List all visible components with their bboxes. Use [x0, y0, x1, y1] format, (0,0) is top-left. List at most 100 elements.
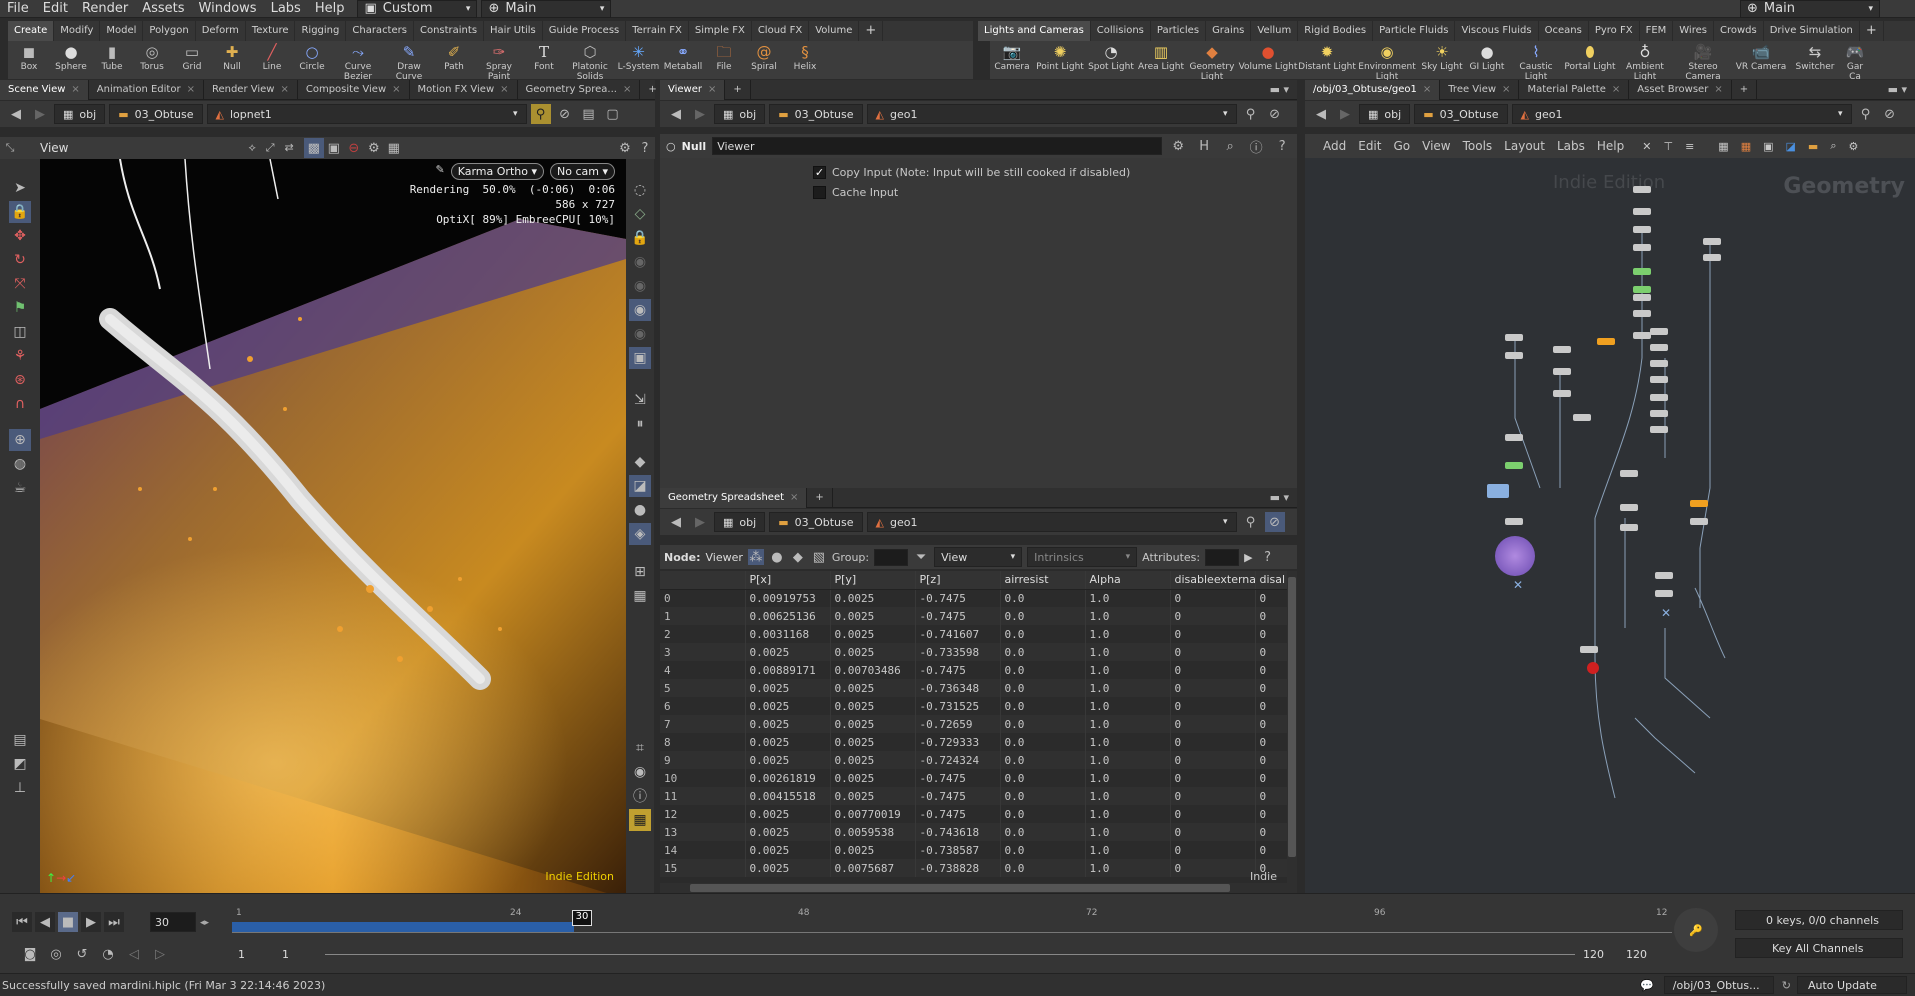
chat-icon[interactable]: 💬	[1640, 979, 1654, 992]
pin-icon[interactable]: ⚲	[530, 104, 551, 124]
timeline-track[interactable]: 1 24 48 72 96 12 30	[232, 908, 1672, 934]
table-row[interactable]: 3 0.0025 0.0025 -0.733598 0.0 1.0 0 0	[660, 643, 1287, 661]
stamp-tool-icon[interactable]: ⊥	[9, 777, 31, 799]
tool-environment-light[interactable]: ◉ Environment Light	[1356, 41, 1418, 84]
breadcrumb-obj[interactable]: ▦ obj	[714, 512, 766, 532]
breadcrumb-obtuse[interactable]: ▬ 03_Obtuse	[769, 104, 863, 124]
houdini-help-icon[interactable]: H	[1194, 136, 1214, 156]
expand-arrow-icon[interactable]: ▶	[1244, 551, 1252, 564]
breadcrumb-obj[interactable]: ▦ obj	[714, 104, 766, 124]
wireframe-icon[interactable]: ◌	[629, 179, 651, 201]
shelf-tab-characters[interactable]: Characters	[346, 21, 414, 41]
tool-sky-light[interactable]: ☀ Sky Light	[1418, 41, 1466, 74]
tool-circle[interactable]: ○ Circle	[292, 41, 332, 74]
network-node[interactable]	[1633, 286, 1651, 293]
sticky-icon[interactable]: ◪	[1786, 140, 1796, 153]
menu-file[interactable]: File	[0, 0, 36, 18]
flip-tool-icon[interactable]: ◩	[9, 753, 31, 775]
info-icon[interactable]: ⓘ	[1246, 136, 1266, 156]
tab-composite-view[interactable]: Composite View ×	[298, 79, 410, 100]
group-field[interactable]	[874, 548, 909, 566]
tool-sphere[interactable]: ● Sphere	[50, 41, 92, 74]
shelf-tab-model[interactable]: Model	[100, 21, 144, 41]
help-icon[interactable]: ?	[1272, 136, 1292, 156]
display-icon[interactable]: ▣	[324, 138, 344, 158]
network-node[interactable]	[1505, 334, 1523, 341]
detail-mode-icon[interactable]: ▧	[811, 549, 827, 565]
shelf-tab-lights-cameras[interactable]: Lights and Cameras	[978, 21, 1091, 41]
shelf-tab-deform[interactable]: Deform	[196, 21, 246, 41]
breadcrumb-obtuse[interactable]: ▬ 03_Obtuse	[769, 512, 863, 532]
gear-icon[interactable]: ⚙	[1848, 140, 1858, 153]
play-icon[interactable]: ▶	[81, 912, 101, 932]
tool-platonic-solids[interactable]: ⬡ Platonic Solids	[564, 41, 616, 84]
shelf-tab-terrain-fx[interactable]: Terrain FX	[626, 21, 689, 41]
handle-tool-icon[interactable]: ◫	[9, 321, 31, 343]
pin-icon[interactable]: ⚲	[1241, 104, 1261, 124]
wrench-icon[interactable]: ✕	[1642, 140, 1651, 153]
tab-network-geo1[interactable]: /obj/03_Obtuse/geo1 ×	[1305, 79, 1441, 100]
move-tool-icon[interactable]: ✥	[9, 225, 31, 247]
shelf-tab-crowds[interactable]: Crowds	[1714, 21, 1764, 41]
keys-indicator[interactable]: 0 keys, 0/0 channels	[1735, 910, 1903, 930]
node-name-field[interactable]: Viewer	[712, 137, 1163, 155]
light-icon[interactable]: ◉	[629, 275, 651, 297]
network-node[interactable]	[1620, 504, 1638, 511]
tool-switcher[interactable]: ⇆ Switcher	[1790, 41, 1840, 74]
shelf-tab-constraints[interactable]: Constraints	[414, 21, 485, 41]
status-path[interactable]: /obj/03_Obtus...	[1663, 976, 1774, 994]
output-node[interactable]	[1587, 662, 1599, 674]
network-node[interactable]	[1655, 572, 1673, 579]
network-node[interactable]	[1650, 376, 1668, 383]
flipbook-icon[interactable]: ◆	[629, 451, 651, 473]
network-menu-edit[interactable]: Edit	[1358, 139, 1381, 153]
column-header[interactable]: disableexternal	[1170, 571, 1256, 590]
back-arrow-icon[interactable]: ◀	[666, 104, 686, 124]
column-header[interactable]: P[z]	[915, 571, 1001, 590]
tool-volume-light[interactable]: ● Volume Light	[1238, 41, 1298, 74]
key-next-icon[interactable]: ▷	[150, 944, 170, 964]
network-node[interactable]	[1633, 208, 1651, 215]
breadcrumb-geo[interactable]: ◭ geo1 ▾	[866, 104, 1237, 124]
end-field[interactable]: 120	[1620, 944, 1660, 964]
forward-arrow-icon[interactable]: ▶	[690, 512, 710, 532]
file-cache-node-icon[interactable]	[1487, 484, 1509, 498]
network-node[interactable]	[1703, 254, 1721, 261]
network-node[interactable]	[1650, 410, 1668, 417]
region-icon[interactable]: ◪	[629, 475, 651, 497]
close-icon[interactable]: ×	[280, 80, 288, 100]
jump-start-icon[interactable]: ⏮	[12, 912, 32, 932]
breadcrumb-obtuse[interactable]: ▬ 03_Obtuse	[1414, 104, 1508, 124]
network-node[interactable]	[1505, 518, 1523, 525]
add-shelf-tab-icon[interactable]: +	[859, 21, 884, 41]
network-node[interactable]	[1620, 524, 1638, 531]
network-node[interactable]	[1633, 186, 1651, 193]
gear-icon[interactable]: ⚙	[615, 138, 635, 158]
help-icon[interactable]: ?	[635, 138, 655, 158]
breadcrumb-obj[interactable]: ▦ obj	[54, 104, 106, 124]
tab-animation-editor[interactable]: Animation Editor ×	[89, 79, 204, 100]
handle-icon[interactable]: ⤡	[0, 141, 20, 155]
lock-icon[interactable]: 🔒	[629, 227, 651, 249]
edit-icon[interactable]: ✎	[436, 163, 445, 180]
param-copy-input[interactable]: ✓ Copy Input (Note: Input will be still …	[813, 166, 1130, 179]
forward-arrow-icon[interactable]: ▶	[30, 104, 50, 124]
layout-icon[interactable]: ▤	[579, 104, 599, 124]
menu-edit[interactable]: Edit	[36, 0, 75, 18]
network-node[interactable]	[1633, 332, 1651, 339]
refresh-icon[interactable]: ↻	[1782, 979, 1791, 992]
tool-null[interactable]: ✚ Null	[212, 41, 252, 74]
tab-tree-view[interactable]: Tree View ×	[1440, 79, 1520, 100]
grid-view-icon[interactable]: ▦	[1718, 140, 1728, 153]
shelf-tab-oceans[interactable]: Oceans	[1539, 21, 1589, 41]
brush-tool-icon[interactable]: ⚘	[9, 345, 31, 367]
tab-render-view[interactable]: Render View ×	[204, 79, 298, 100]
right-context-selector[interactable]: ⊕ Main ▾	[1740, 0, 1880, 18]
tool-torus[interactable]: ◎ Torus	[132, 41, 172, 74]
clock-icon[interactable]: ◔	[98, 944, 118, 964]
tool-stereo-camera[interactable]: 🎥 Stereo Camera	[1674, 41, 1732, 84]
network-node[interactable]	[1580, 646, 1598, 653]
shelf-tab-texture[interactable]: Texture	[246, 21, 296, 41]
range-start-field[interactable]: 1	[276, 944, 316, 964]
tool-geometry-light[interactable]: ◆ Geometry Light	[1186, 41, 1238, 84]
